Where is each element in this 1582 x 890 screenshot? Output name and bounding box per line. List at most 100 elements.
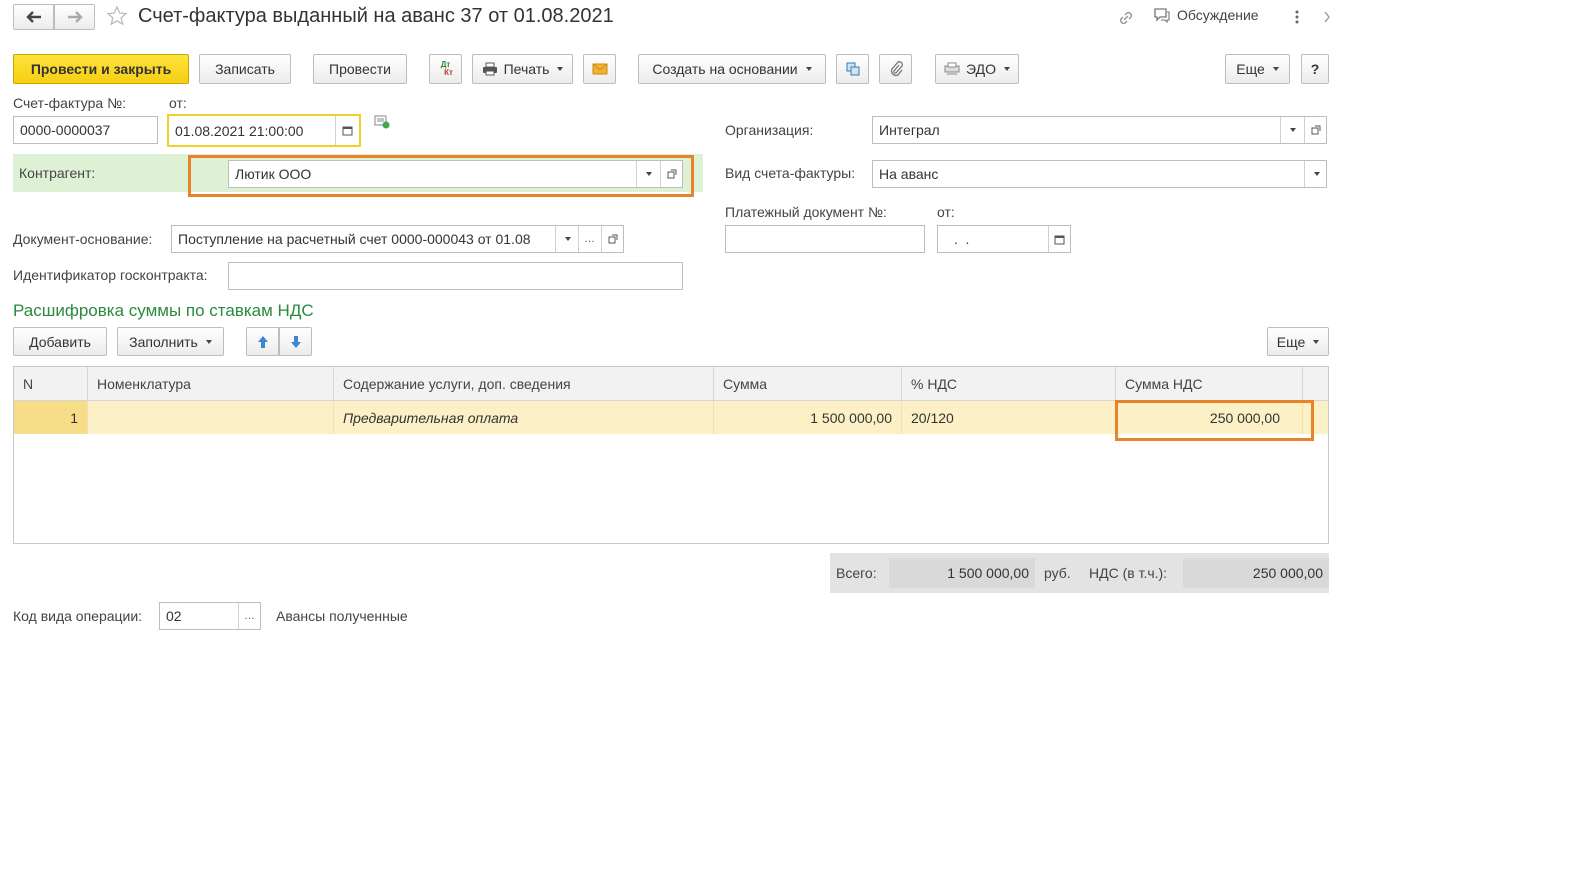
column-header-vat-rate[interactable]: % НДС: [902, 367, 1116, 401]
chevron-right-icon[interactable]: [1323, 9, 1331, 25]
gov-contract-field[interactable]: [228, 262, 683, 290]
status-note-icon[interactable]: [374, 115, 390, 129]
calendar-icon[interactable]: [335, 116, 359, 145]
row-nomenclature[interactable]: [88, 401, 334, 434]
section-more-button[interactable]: Еще: [1267, 327, 1329, 356]
invoice-date-field[interactable]: 01.08.2021 21:00:00: [167, 114, 361, 147]
link-icon[interactable]: [1117, 9, 1135, 27]
forward-button[interactable]: [54, 4, 95, 30]
total-label: Всего:: [836, 565, 877, 581]
invoice-type-field[interactable]: На аванс: [872, 160, 1327, 188]
column-header-n[interactable]: N: [14, 367, 88, 401]
email-button[interactable]: [583, 54, 616, 84]
total-value: 1 500 000,00: [889, 558, 1035, 588]
chevron-down-icon: [1313, 339, 1320, 344]
operation-description: Авансы полученные: [276, 608, 408, 624]
chevron-down-icon[interactable]: [1280, 117, 1302, 143]
vat-table[interactable]: N Номенклатура Содержание услуги, доп. с…: [13, 366, 1329, 544]
organization-label: Организация:: [725, 122, 814, 138]
open-link-icon[interactable]: [1304, 117, 1326, 143]
dtkt-button[interactable]: Дт Кт: [429, 54, 462, 84]
more-button[interactable]: Еще: [1225, 54, 1290, 84]
more-vertical-icon[interactable]: [1294, 9, 1300, 25]
vat-sum-highlight: [1115, 400, 1314, 441]
edo-icon: [944, 62, 960, 76]
row-sum[interactable]: 1 500 000,00: [714, 401, 902, 434]
invoice-number-field[interactable]: 0000-0000037: [13, 116, 158, 144]
move-down-button[interactable]: [279, 327, 312, 356]
payment-date-value: . .: [950, 231, 970, 247]
column-header-content[interactable]: Содержание услуги, доп. сведения: [334, 367, 714, 401]
back-button[interactable]: [13, 4, 54, 30]
section-more-label: Еще: [1276, 333, 1306, 350]
chevron-down-icon: [805, 67, 812, 71]
more-label: Еще: [1236, 61, 1265, 77]
post-button[interactable]: Провести: [313, 54, 407, 84]
edo-button[interactable]: ЭДО: [935, 54, 1019, 84]
calendar-icon[interactable]: [1048, 226, 1070, 252]
move-up-button[interactable]: [246, 327, 279, 356]
invoice-type-label: Вид счета-фактуры:: [725, 165, 856, 181]
paperclip-icon: [889, 61, 903, 77]
column-header-nomenclature[interactable]: Номенклатура: [88, 367, 334, 401]
save-button[interactable]: Записать: [199, 54, 291, 84]
speech-bubble-icon: [1153, 7, 1171, 23]
print-button[interactable]: Печать: [472, 54, 573, 84]
discussion-label: Обсуждение: [1177, 7, 1259, 23]
invoice-date-value: 01.08.2021 21:00:00: [175, 122, 304, 139]
base-doc-label: Документ-основание:: [13, 231, 153, 247]
structure-icon: [845, 61, 861, 77]
dtkt-icon: Дт Кт: [440, 60, 453, 77]
page-title: Счет-фактура выданный на аванс 37 от 01.…: [138, 5, 614, 27]
row-content[interactable]: Предварительная оплата: [334, 401, 714, 434]
payment-date-field[interactable]: . .: [937, 225, 1071, 253]
section-title: Расшифровка суммы по ставкам НДС: [13, 301, 314, 320]
print-label: Печать: [503, 61, 550, 77]
chevron-down-icon[interactable]: [555, 226, 577, 252]
discussion-button[interactable]: Обсуждение: [1153, 7, 1259, 23]
invoice-date-label: от:: [169, 95, 187, 111]
operation-code-field[interactable]: 02 …: [159, 602, 261, 630]
column-header-vat-sum[interactable]: Сумма НДС: [1116, 367, 1303, 401]
column-header-sum[interactable]: Сумма: [714, 367, 902, 401]
payment-date-label: от:: [937, 204, 955, 220]
open-link-icon[interactable]: [601, 226, 623, 252]
organization-field[interactable]: Интеграл: [872, 116, 1327, 144]
row-vat-rate[interactable]: 20/120: [902, 401, 1116, 434]
favorite-star-icon[interactable]: [106, 5, 128, 27]
create-based-label: Создать на основании: [652, 61, 798, 77]
chevron-down-icon: [205, 339, 212, 344]
payment-doc-label: Платежный документ №:: [725, 204, 887, 220]
chevron-down-icon: [1003, 67, 1010, 71]
envelope-icon: [592, 63, 608, 75]
ellipsis-icon[interactable]: …: [238, 603, 260, 629]
chevron-down-icon[interactable]: [1304, 161, 1326, 187]
help-button[interactable]: ?: [1301, 54, 1329, 84]
base-doc-field[interactable]: Поступление на расчетный счет 0000-00004…: [171, 225, 624, 253]
structure-button[interactable]: [836, 54, 869, 84]
gov-contract-label: Идентификатор госконтракта:: [13, 267, 208, 283]
add-row-button[interactable]: Добавить: [13, 327, 107, 356]
counterparty-highlight: [188, 155, 694, 197]
arrow-up-icon: [257, 335, 269, 349]
operation-code-value: 02: [166, 608, 182, 624]
vat-total-label: НДС (в т.ч.):: [1089, 565, 1168, 581]
row-number[interactable]: 1: [14, 401, 88, 434]
printer-icon: [482, 62, 498, 76]
vat-total-value: 250 000,00: [1183, 558, 1329, 588]
chevron-down-icon: [557, 67, 564, 71]
arrow-left-icon: [25, 11, 42, 23]
organization-value: Интеграл: [879, 122, 940, 138]
attach-button[interactable]: [879, 54, 912, 84]
create-based-on-button[interactable]: Создать на основании: [638, 54, 826, 84]
ellipsis-icon[interactable]: …: [578, 226, 600, 252]
invoice-type-value: На аванс: [879, 166, 939, 182]
invoice-number-label: Счет-фактура №:: [13, 95, 127, 111]
currency-label: руб.: [1044, 565, 1071, 581]
payment-doc-field[interactable]: [725, 225, 925, 253]
fill-label: Заполнить: [129, 333, 198, 350]
post-and-close-button[interactable]: Провести и закрыть: [13, 54, 189, 84]
arrow-down-icon: [290, 335, 302, 349]
fill-button[interactable]: Заполнить: [117, 327, 224, 356]
edo-label: ЭДО: [966, 61, 996, 77]
